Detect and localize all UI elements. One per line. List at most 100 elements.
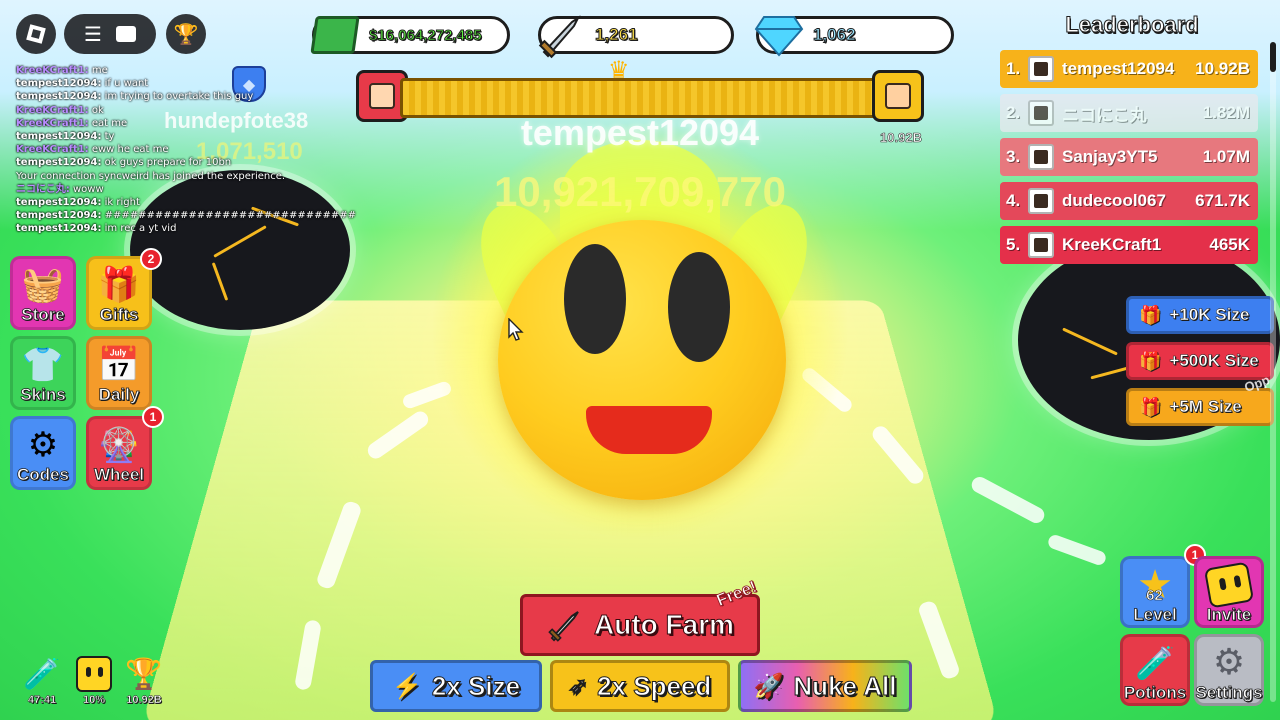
gifts-button[interactable]: 🎁 Gifts — [86, 256, 152, 330]
leaderboard-value: 1.82M — [1202, 103, 1250, 122]
potions-button[interactable]: 🧪 Potions — [1120, 634, 1190, 706]
leaderboard-name: dudecool067 — [1062, 191, 1166, 210]
gear-icon: ⚙ — [1212, 642, 1246, 683]
left-eye — [564, 244, 626, 354]
player-smiley-character[interactable] — [498, 220, 786, 500]
chat-line: ニコにこ丸: woww — [16, 183, 386, 196]
ring-dash — [1046, 533, 1108, 567]
chat-author[interactable]: tempest12094: — [16, 223, 101, 234]
progress-track — [400, 78, 880, 118]
wheel-label: Wheel — [93, 465, 145, 485]
leaderboard-row[interactable]: 4. dudecool067 671.7K — [1000, 182, 1258, 220]
crown-icon: ♛ — [608, 56, 630, 84]
codes-button[interactable]: ⚙ Codes — [10, 416, 76, 490]
scrollbar-thumb[interactable] — [1270, 42, 1276, 72]
chat-author[interactable]: tempest12094: — [16, 131, 101, 142]
face-boost[interactable]: 10% — [72, 656, 116, 706]
scrollbar[interactable] — [1270, 42, 1276, 702]
chat-message: ok guys prepare for 10bn — [104, 157, 232, 169]
leaderboard-row[interactable]: 1. tempest12094 10.92B — [1000, 50, 1258, 88]
skins-label: Skins — [20, 385, 66, 405]
2x-size-button[interactable]: ⚡ 2x Size — [370, 660, 542, 712]
ring-dash — [968, 474, 1048, 526]
chat-line: tempest12094: ik right — [16, 196, 386, 209]
daily-button[interactable]: 📅 Daily — [86, 336, 152, 410]
trophy-stat[interactable]: 🏆 10.92B — [122, 656, 166, 706]
leaderboard-row[interactable]: 3. Sanjay3YT5 1.07M — [1000, 138, 1258, 176]
wing-icon: ➶ — [568, 673, 588, 699]
leaderboard-name: ニコにこ丸 — [1062, 105, 1147, 125]
size-boost-button[interactable]: 🎁 +500K Size — [1126, 342, 1274, 380]
chat-icon[interactable] — [115, 26, 136, 42]
chat-line: KreeKCraft1: me — [16, 64, 386, 77]
chat-message: me — [91, 65, 108, 76]
settings-button[interactable]: ⚙ Settings — [1194, 634, 1264, 706]
chat-author[interactable]: KreeKCraft1: — [16, 65, 89, 76]
chat-author[interactable]: tempest12094: — [16, 210, 101, 221]
prize-wheel-icon: 🎡 — [97, 425, 141, 465]
menu-chat-button-group[interactable]: ☰ — [64, 14, 156, 54]
leaderboard-value: 10.92B — [1195, 59, 1250, 78]
chat-message: ik right — [104, 197, 140, 209]
race-progress-bar: ♛ — [356, 56, 928, 126]
leaderboard-name: Sanjay3YT5 — [1062, 147, 1158, 166]
chat-author[interactable]: KreeKCraft1: — [16, 118, 89, 129]
codes-label: Codes — [17, 465, 70, 485]
hamburger-icon[interactable]: ☰ — [84, 22, 102, 46]
level-button[interactable]: ★ 62 Level — [1120, 556, 1190, 628]
chat-message: woww — [73, 183, 104, 195]
tshirt-icon: 👕 — [21, 345, 65, 385]
leaderboard-name: KreeKCraft1 — [1062, 235, 1162, 254]
2x-speed-button[interactable]: ➶ 2x Speed — [550, 660, 730, 712]
trophy-icon: 🏆 — [125, 657, 163, 692]
chat-message: eww he eat me — [91, 144, 169, 156]
chat-log[interactable]: KreeKCraft1: me tempest12094: if u want te… — [16, 64, 386, 236]
potion-timer[interactable]: 🧪 47:41 — [20, 656, 64, 706]
diamond-icon — [751, 7, 807, 63]
leaderboard-rank: 4. — [1006, 191, 1021, 210]
star-icon: ★ 62 — [1137, 565, 1173, 605]
trophy-value: 10.92B — [126, 694, 162, 706]
skins-button[interactable]: 👕 Skins — [10, 336, 76, 410]
leaderboard-row[interactable]: 5. KreeKCraft1 465K — [1000, 226, 1258, 264]
chat-line: tempest12094: ty — [16, 130, 386, 143]
chat-author[interactable]: tempest12094: — [16, 197, 101, 208]
leaderboard-rank: 2. — [1006, 103, 1021, 122]
chat-line: tempest12094: im rec a yt vid — [16, 222, 386, 235]
wheel-button[interactable]: 🎡 Wheel — [86, 416, 152, 490]
2x-speed-label: 2x Speed — [597, 670, 712, 701]
gift-icon: 🎁 — [1139, 304, 1162, 325]
leader-avatar — [872, 70, 924, 122]
leaderboard-rank: 3. — [1006, 147, 1021, 166]
chat-author[interactable]: KreeKCraft1: — [16, 105, 89, 116]
store-button[interactable]: 🧺 Store — [10, 256, 76, 330]
trophy-button[interactable]: 🏆 — [166, 14, 206, 54]
chat-line: tempest12094: im trying to overtake this… — [16, 90, 386, 103]
leaderboard-row[interactable]: 2. ニコにこ丸 1.82M — [1000, 94, 1258, 132]
size-boost-label: +5M Size — [1169, 397, 1242, 417]
level-number: 62 — [1146, 587, 1163, 605]
daily-label: Daily — [98, 385, 140, 405]
invite-button[interactable]: Invite — [1194, 556, 1264, 628]
chat-line: KreeKCraft1: eat me — [16, 117, 386, 130]
size-boost-button[interactable]: 🎁 +5M Size — [1126, 388, 1274, 426]
lightning-icon: ⚡ — [391, 672, 422, 700]
size-boost-button[interactable]: 🎁 +10K Size — [1126, 296, 1274, 334]
nuke-all-button[interactable]: 🚀 Nuke All — [738, 660, 912, 712]
auto-farm-label: Auto Farm — [594, 609, 735, 641]
cash-stat: $16,064,272,485 — [310, 16, 510, 54]
chat-author[interactable]: ニコにこ丸: — [16, 184, 70, 195]
rocket-icon: 🚀 — [753, 672, 784, 700]
mouth — [586, 406, 712, 454]
leaderboard-avatar — [1028, 56, 1054, 82]
leaderboard-avatar — [1028, 232, 1054, 258]
chat-message: im rec a yt vid — [104, 223, 177, 235]
chat-author[interactable]: tempest12094: — [16, 157, 101, 168]
chat-author[interactable]: tempest12094: — [16, 78, 101, 89]
chat-message: ty — [104, 131, 115, 143]
chat-message: eat me — [91, 117, 128, 129]
roblox-menu-button[interactable] — [16, 14, 56, 54]
chat-author[interactable]: tempest12094: — [16, 91, 101, 102]
chat-author[interactable]: KreeKCraft1: — [16, 144, 89, 155]
chat-message: if u want — [104, 78, 149, 90]
